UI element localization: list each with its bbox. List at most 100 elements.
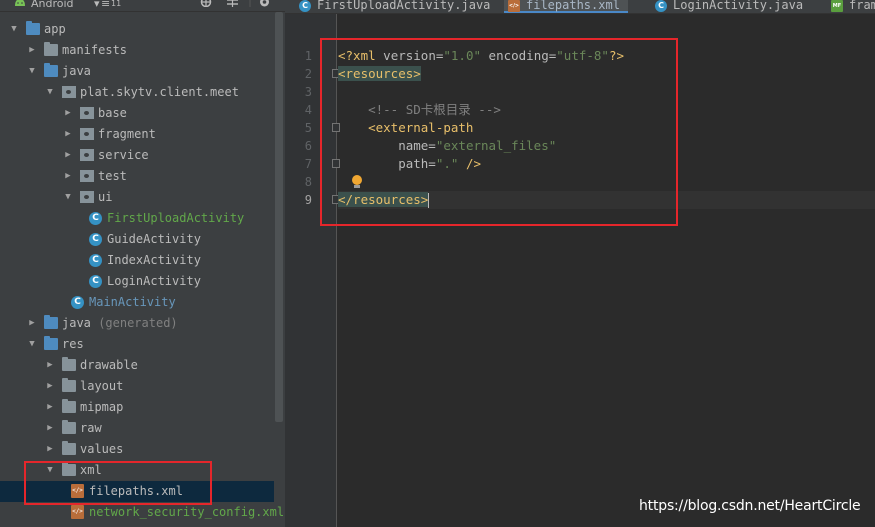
editor-tab[interactable]: MF fram	[827, 0, 875, 13]
watermark: https://blog.csdn.net/HeartCircle	[639, 498, 861, 514]
module-folder-icon	[26, 21, 40, 35]
tree-item-label: app	[44, 22, 66, 36]
tree-item-label: java	[62, 64, 91, 78]
tree-item-label: raw	[80, 421, 102, 435]
tree-item-label: MainActivity	[89, 295, 176, 309]
folder-icon	[62, 357, 76, 371]
tree-item-label: FirstUploadActivity	[107, 211, 245, 225]
tree-item-label: manifests	[62, 43, 128, 57]
collapse-arrow-icon[interactable]: ▶	[45, 439, 55, 460]
expand-arrow-icon[interactable]: ▼	[63, 187, 73, 208]
tree-item[interactable]: ▶ service	[0, 145, 274, 166]
editor-tab-label: fram	[849, 0, 875, 12]
tree-item[interactable]: C LoginActivity	[0, 271, 274, 292]
tree-item[interactable]: ▶ layout	[0, 376, 274, 397]
tree-item-label: res	[62, 337, 84, 351]
view-mode-dropdown-caret[interactable]: ▾	[94, 0, 100, 10]
tree-item[interactable]: C GuideActivity	[0, 229, 274, 250]
collapse-arrow-icon[interactable]: ▶	[45, 376, 55, 397]
resource-folder-icon	[44, 336, 58, 350]
project-panel: Android ▾ ≡ 11 ▼ app ▶ manifests ▼ java ▼ plat.…	[0, 0, 285, 527]
annotation-box-xml-folder	[24, 461, 212, 505]
collapse-indicator[interactable]: ≡	[101, 0, 110, 10]
folder-icon	[44, 42, 58, 56]
tree-item[interactable]: ▶ values	[0, 439, 274, 460]
editor-tab[interactable]: </> filepaths.xml	[504, 0, 628, 13]
tree-item-label: java	[62, 316, 91, 330]
tree-item[interactable]: ▶ base	[0, 103, 274, 124]
view-mode-selector[interactable]: Android	[31, 0, 74, 10]
expand-arrow-icon[interactable]: ▼	[45, 82, 55, 103]
tree-item[interactable]: ▼ plat.skytv.client.meet	[0, 82, 274, 103]
tree-item[interactable]: ▶ drawable	[0, 355, 274, 376]
collapse-arrow-icon[interactable]: ▶	[45, 397, 55, 418]
tree-item[interactable]: C FirstUploadActivity	[0, 208, 274, 229]
folder-icon	[62, 378, 76, 392]
tree-item[interactable]: C IndexActivity	[0, 250, 274, 271]
collapse-arrow-icon[interactable]: ▶	[45, 418, 55, 439]
tree-item[interactable]: C MainActivity	[0, 292, 274, 313]
tree-item-suffix: (generated)	[98, 316, 178, 330]
line-number: 3	[304, 85, 312, 99]
package-icon	[80, 128, 94, 140]
tree-item-label: IndexActivity	[107, 253, 201, 267]
tree-item-label: LoginActivity	[107, 274, 201, 288]
expand-arrow-icon[interactable]: ▼	[27, 61, 37, 82]
editor-tab-bar: C FirstUploadActivity.java </> filepaths.xm…	[285, 0, 875, 14]
tree-item-label: ui	[98, 190, 113, 204]
expand-arrow-icon[interactable]: ▼	[27, 334, 37, 355]
android-icon	[14, 0, 26, 10]
class-icon: C	[89, 233, 102, 246]
collapse-arrow-icon[interactable]: ▶	[63, 166, 73, 187]
class-icon: C	[89, 254, 102, 267]
tree-item[interactable]: ▶ manifests	[0, 40, 274, 61]
package-icon	[80, 107, 94, 119]
tree-item-label: GuideActivity	[107, 232, 201, 246]
project-toolbar: Android ▾ ≡ 11	[0, 0, 285, 12]
collapse-arrow-icon[interactable]: ▶	[27, 40, 37, 61]
project-scrollbar[interactable]	[275, 12, 283, 422]
tree-item[interactable]: ▼ res	[0, 334, 274, 355]
locate-file-icon[interactable]	[199, 0, 213, 10]
tree-item[interactable]: ▶ test	[0, 166, 274, 187]
tree-item-label: plat.skytv.client.meet	[80, 85, 239, 99]
tree-item[interactable]: ▼ ui	[0, 187, 274, 208]
editor-tab[interactable]: C LoginActivity.java	[651, 0, 811, 13]
xml-file-icon: </>	[508, 0, 520, 12]
collapse-all-icon[interactable]	[226, 0, 239, 10]
tree-item-label: fragment	[98, 127, 156, 141]
editor-tab[interactable]: C FirstUploadActivity.java	[295, 0, 498, 13]
class-icon: C	[89, 212, 102, 225]
tree-item[interactable]: ▶ raw	[0, 418, 274, 439]
collapse-count: 11	[111, 0, 122, 8]
tree-item-label: drawable	[80, 358, 138, 372]
tree-item-label: layout	[80, 379, 124, 393]
editor-tab-label: LoginActivity.java	[673, 0, 804, 12]
tree-item[interactable]: ▶ mipmap	[0, 397, 274, 418]
editor-tab-label: filepaths.xml	[526, 0, 620, 12]
folder-icon	[62, 420, 76, 434]
folder-icon	[62, 399, 76, 413]
collapse-arrow-icon[interactable]: ▶	[63, 124, 73, 145]
collapse-arrow-icon[interactable]: ▶	[45, 355, 55, 376]
gear-icon[interactable]	[258, 0, 271, 10]
tree-item-label: base	[98, 106, 127, 120]
package-icon	[80, 149, 94, 161]
package-icon	[62, 86, 76, 98]
tree-item[interactable]: ▶ fragment	[0, 124, 274, 145]
tree-item[interactable]: ▶ java (generated)	[0, 313, 274, 334]
collapse-arrow-icon[interactable]: ▶	[63, 103, 73, 124]
collapse-arrow-icon[interactable]: ▶	[63, 145, 73, 166]
folder-icon	[62, 441, 76, 455]
tree-item[interactable]: ▼ app	[0, 19, 274, 40]
tree-item[interactable]: </> network_security_config.xml	[0, 502, 284, 523]
source-folder-icon	[44, 63, 58, 77]
collapse-arrow-icon[interactable]: ▶	[27, 313, 37, 334]
tree-item[interactable]: ▼ java	[0, 61, 274, 82]
toolbar-divider	[249, 0, 251, 10]
expand-arrow-icon[interactable]: ▼	[9, 19, 19, 40]
class-icon: C	[71, 296, 84, 309]
line-number: 2	[304, 67, 312, 81]
tree-item-label: mipmap	[80, 400, 124, 414]
generated-folder-icon	[44, 315, 58, 329]
